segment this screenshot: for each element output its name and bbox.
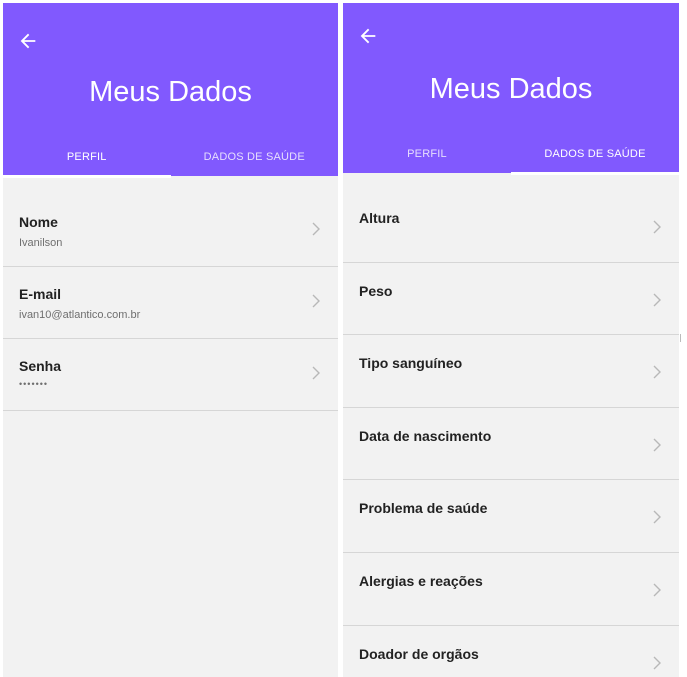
list-item-peso[interactable]: Peso: [343, 263, 679, 336]
arrow-left-icon: [17, 30, 39, 52]
chevron-right-icon: [312, 366, 320, 380]
tab-perfil[interactable]: PERFIL: [3, 146, 171, 178]
page-title: Meus Dados: [89, 76, 252, 108]
list-item-label: Doador de orgãos: [359, 645, 479, 662]
list-item-email[interactable]: E-mail ivan10@atlantico.com.br: [3, 267, 338, 339]
list-item-alergias-e-reacoes[interactable]: Alergias e reações: [343, 553, 679, 626]
list-item-altura[interactable]: Altura: [343, 190, 679, 263]
list-item-problema-de-saude[interactable]: Problema de saúde: [343, 480, 679, 553]
profile-screen: Meus Dados PERFIL DADOS DE SAÚDE Nome Iv…: [3, 3, 338, 677]
chevron-right-icon: [653, 656, 661, 670]
chevron-right-icon: [312, 294, 320, 308]
tab-indicator: [511, 172, 679, 175]
list-item-label: Peso: [359, 282, 393, 299]
list-item-senha[interactable]: Senha •••••••: [3, 339, 338, 411]
chevron-right-icon: [653, 293, 661, 307]
list-item-label: Altura: [359, 210, 400, 226]
list-item-label: Alergias e reações: [359, 572, 483, 589]
app-header: Meus Dados PERFIL DADOS DE SAÚDE: [3, 3, 338, 178]
list-item-data-de-nascimento[interactable]: Data de nascimento: [343, 408, 679, 481]
list-item-label: Senha: [19, 358, 62, 374]
tab-indicator: [3, 175, 171, 178]
back-button[interactable]: [357, 25, 379, 47]
list-item-label: Problema de saúde: [359, 500, 488, 517]
tab-perfil[interactable]: PERFIL: [343, 143, 511, 175]
list-item-label: Tipo sanguíneo: [359, 355, 463, 372]
chevron-right-icon: [653, 365, 661, 379]
chevron-right-icon: [653, 438, 661, 452]
health-list: Altura Peso Tipo sanguíneo Data de nasci…: [343, 190, 679, 677]
page-title: Meus Dados: [429, 73, 593, 105]
list-item-label: E-mail: [19, 286, 62, 302]
list-item-value: ivan10@atlantico.com.br: [19, 309, 141, 321]
arrow-left-icon: [357, 25, 379, 47]
profile-list: Nome Ivanilson E-mail ivan10@atlantico.c…: [3, 195, 338, 411]
back-button[interactable]: [17, 30, 39, 52]
chevron-right-icon: [653, 583, 661, 597]
list-item-label: Data de nascimento: [359, 427, 492, 444]
chevron-right-icon: [312, 222, 320, 236]
list-item-nome[interactable]: Nome Ivanilson: [3, 195, 338, 267]
list-item-label: Nome: [19, 214, 58, 230]
list-item-value: Ivanilson: [19, 237, 63, 249]
chevron-right-icon: [653, 510, 661, 524]
tab-dados-de-saude[interactable]: DADOS DE SAÚDE: [171, 146, 339, 178]
list-item-tipo-sanguineo[interactable]: Tipo sanguíneo: [343, 335, 679, 408]
list-item-value: •••••••: [19, 379, 49, 389]
list-item-doador-de-orgaos[interactable]: Doador de orgãos: [343, 626, 679, 677]
chevron-right-icon: [653, 220, 661, 234]
edge-tick: [680, 334, 681, 342]
app-header: Meus Dados PERFIL DADOS DE SAÚDE: [343, 3, 679, 175]
tab-dados-de-saude[interactable]: DADOS DE SAÚDE: [511, 143, 679, 175]
tab-bar: PERFIL DADOS DE SAÚDE: [3, 146, 338, 178]
health-data-screen: Meus Dados PERFIL DADOS DE SAÚDE Altura …: [343, 3, 679, 677]
tab-bar: PERFIL DADOS DE SAÚDE: [343, 143, 679, 175]
